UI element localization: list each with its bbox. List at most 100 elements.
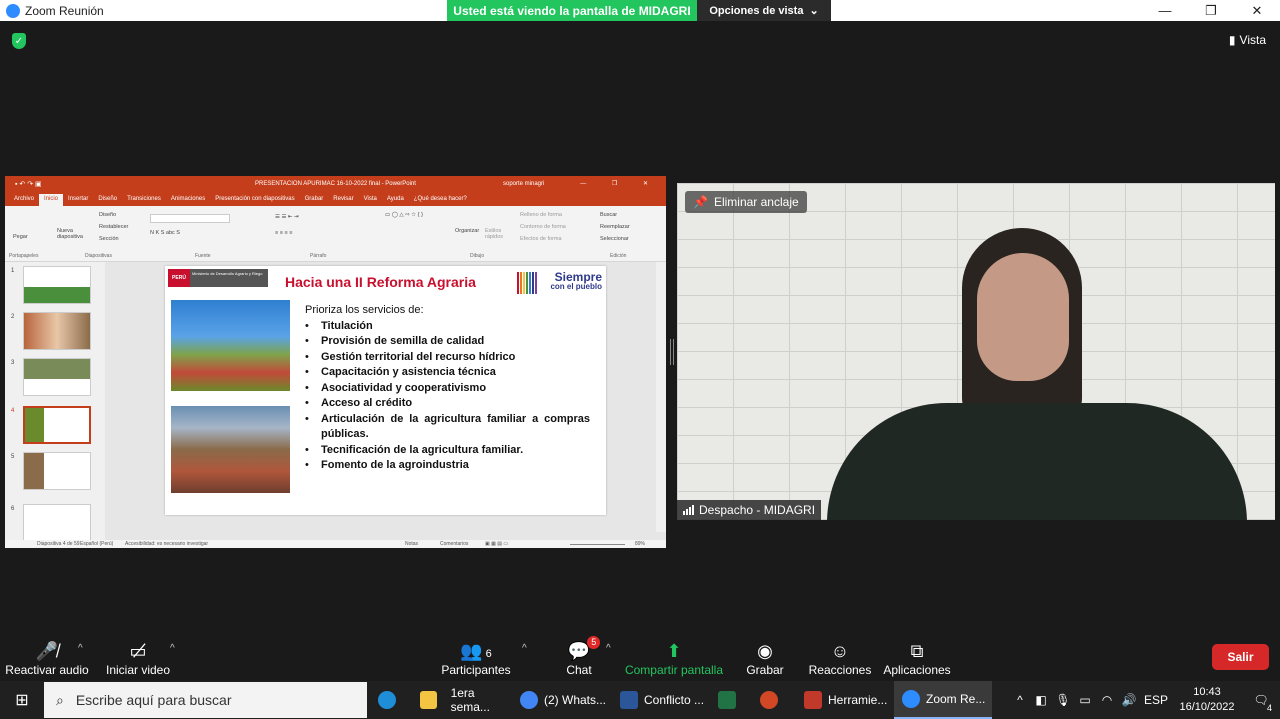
shared-screen[interactable]: ▪ ↶ ↷ ▣ PRESENTACION APURIMAC 16-10-2022… [5,176,666,548]
participant-video[interactable]: 📌 Eliminar anclaje Despacho - MIDAGRI [677,183,1275,520]
ppt-tab[interactable]: Archivo [9,194,39,206]
battery-icon[interactable]: ▭ [1074,693,1096,707]
zoom-slider[interactable] [570,544,625,545]
camera-tray-icon[interactable]: ◧ [1030,693,1052,707]
ppt-ribbon: Pegar Nueva diapositiva Diseño Restablec… [5,206,666,262]
taskbar-app-excel[interactable] [718,681,748,719]
ppt-tab[interactable]: Revisar [328,194,358,206]
participants-label: Participantes [441,663,511,677]
ppt-tab[interactable]: Diseño [93,194,122,206]
design-button[interactable]: Diseño [99,212,116,218]
taskbar-app-word[interactable]: Conflicto ... [614,681,712,719]
encryption-shield-icon[interactable]: ✓ [12,33,26,49]
edge-icon[interactable] [378,681,404,719]
shapes-gallery[interactable]: ▭ ◯ △ ⇨ ☆ { } [385,212,423,218]
taskbar-app-powerpoint[interactable] [760,681,790,719]
view-options-button[interactable]: Opciones de vista ⌄ [697,0,831,21]
peru-label: PERÚ [168,269,190,287]
taskbar-app-snipping[interactable]: Herramie... [798,681,892,719]
record-icon: ◉ [757,641,773,661]
slide-thumbnail[interactable] [23,266,91,304]
taskbar-app-explorer[interactable]: 1era sema... [414,681,512,719]
minimize-icon[interactable]: — [1142,0,1188,21]
notifications-icon[interactable]: 🗨 4 [1242,693,1280,713]
quick-styles-button[interactable]: Estilos rápidos [485,228,511,240]
ppt-tab[interactable]: Ayuda [382,194,409,206]
reactions-icon: ☺ [830,641,850,661]
list-item: Acceso al crédito [305,396,590,412]
wifi-icon[interactable]: ◠ [1096,693,1118,707]
participants-options-caret[interactable]: ^ [522,643,527,654]
section-button[interactable]: Sección [99,236,119,242]
ppt-tab[interactable]: Presentación con diapositivas [210,194,299,206]
unmute-button[interactable]: 🎤̸ Reactivar audio [2,635,92,681]
clock[interactable]: 10:43 16/10/2022 [1172,685,1242,715]
tray-chevron-up-icon[interactable]: ^ [1010,693,1030,707]
organize-button[interactable]: Organizar [455,228,479,234]
system-tray: ^ ◧ 🎙 ▭ ◠ 🔊 ESP 10:43 16/10/2022 🗨 4 [1010,681,1280,719]
apps-button[interactable]: ⧉ Aplicaciones [872,635,962,681]
font-name-field[interactable] [150,214,230,223]
search-icon: ⌕ [56,691,64,708]
windows-start-icon[interactable]: ⊞ [0,681,44,719]
slide-thumbnail[interactable] [23,312,91,350]
ppt-tab[interactable]: Transiciones [122,194,166,206]
reset-button[interactable]: Restablecer [99,224,128,230]
zoom-level[interactable]: 89% [635,541,645,547]
ppt-window-controls: — ❐ ✕ [580,181,660,187]
ppt-tab[interactable]: Insertar [63,194,93,206]
word-icon [620,691,638,709]
thumb-number: 5 [11,454,15,460]
ppt-tab[interactable]: Animaciones [166,194,210,206]
share-screen-button[interactable]: ⬆ Compartir pantalla [624,635,724,681]
find-button[interactable]: Buscar [600,212,617,218]
ppt-tab[interactable]: Grabar [300,194,329,206]
current-slide[interactable]: PERÚ Ministerio de Desarrollo Agrario y … [165,266,606,515]
mic-tray-icon[interactable]: 🎙 [1052,693,1074,707]
taskbar-search[interactable]: ⌕ Escribe aquí para buscar [44,682,367,718]
unpin-button[interactable]: 📌 Eliminar anclaje [685,191,807,213]
notes-button[interactable]: Notas [405,541,418,547]
language-indicator[interactable]: ESP [1140,693,1172,707]
shape-outline-button[interactable]: Contorno de forma [520,224,566,230]
paste-button[interactable]: Pegar [13,234,28,240]
slide-thumbnail-selected[interactable] [23,406,91,444]
chat-options-caret[interactable]: ^ [606,643,611,654]
paragraph-list-icons[interactable]: ☰ ☰ ⇤ ⇥ [275,214,299,220]
leave-button[interactable]: Salir [1212,644,1269,670]
audio-options-caret[interactable]: ^ [78,643,83,654]
ppt-workspace: 1 2 3 4 5 6 PERÚ Ministerio de Desarroll… [5,262,666,542]
view-button[interactable]: ▮ Vista [1229,33,1266,47]
ppt-tell-me[interactable]: ¿Qué desea hacer? [409,194,472,206]
volume-icon[interactable]: 🔊 [1118,693,1140,707]
accessibility-status[interactable]: Accesibilidad: es necesario investigar [125,541,208,547]
taskbar-app-chrome[interactable]: (2) Whats... [514,681,612,719]
powerpoint-icon [760,691,778,709]
start-video-button[interactable]: ▭̸ Iniciar video [93,635,183,681]
close-icon[interactable]: ✕ [1234,0,1280,21]
ppt-tab[interactable]: Vista [359,194,382,206]
font-format-icons[interactable]: N K S abc S [150,230,180,236]
taskbar-app-zoom[interactable]: Zoom Re... [894,681,992,719]
slide-scrollbar[interactable] [656,262,666,532]
slide-thumbnail[interactable] [23,452,91,490]
chat-button[interactable]: 💬 5 Chat [534,635,624,681]
restore-icon[interactable]: ❐ [1188,0,1234,21]
comments-button[interactable]: Comentarios [440,541,468,547]
slide-thumbnail[interactable] [23,358,91,396]
paragraph-align-icons[interactable]: ≡ ≡ ≡ ≡ [275,230,292,236]
split-view-handle[interactable] [670,339,674,365]
select-button[interactable]: Seleccionar [600,236,629,242]
shape-effects-button[interactable]: Efectos de forma [520,236,562,242]
participants-button[interactable]: 👥 6 Participantes [431,635,521,681]
slide-thumbnail[interactable] [23,504,91,542]
ppt-tab-active[interactable]: Inicio [39,194,64,206]
view-options-label: Opciones de vista [709,4,804,17]
brand-sub: con el pueblo [550,282,602,291]
shape-fill-button[interactable]: Relleno de forma [520,212,562,218]
video-options-caret[interactable]: ^ [170,643,175,654]
taskbar-app-label: Zoom Re... [926,692,986,706]
replace-button[interactable]: Reemplazar [600,224,630,230]
view-mode-icons[interactable]: ▣ ▦ ▤ ▭ [485,541,508,547]
new-slide-button[interactable]: Nueva diapositiva [57,228,93,240]
